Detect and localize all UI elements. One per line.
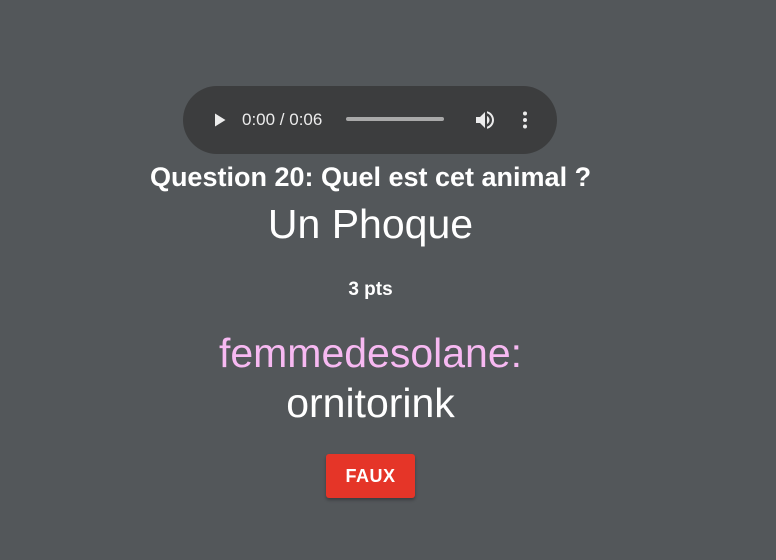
audio-time-display: 0:00 / 0:06 <box>242 110 323 129</box>
points-value: 3 pts <box>348 279 393 300</box>
volume-icon[interactable] <box>473 108 497 132</box>
more-vert-icon[interactable] <box>513 108 537 132</box>
verdict-button[interactable]: FAUX <box>326 454 415 498</box>
player-answer: ornitorink <box>286 380 455 426</box>
correct-answer: Un Phoque <box>267 201 474 247</box>
play-icon[interactable] <box>207 108 231 132</box>
question-title: Question 20: Quel est cet animal ? <box>149 162 592 192</box>
audio-progress-slider[interactable] <box>346 117 444 121</box>
quiz-page: 0:00 / 0:06 Question 20: Quel est cet an… <box>0 0 776 560</box>
player-name: femmedesolane: <box>218 330 523 376</box>
audio-player: 0:00 / 0:06 <box>183 86 557 154</box>
